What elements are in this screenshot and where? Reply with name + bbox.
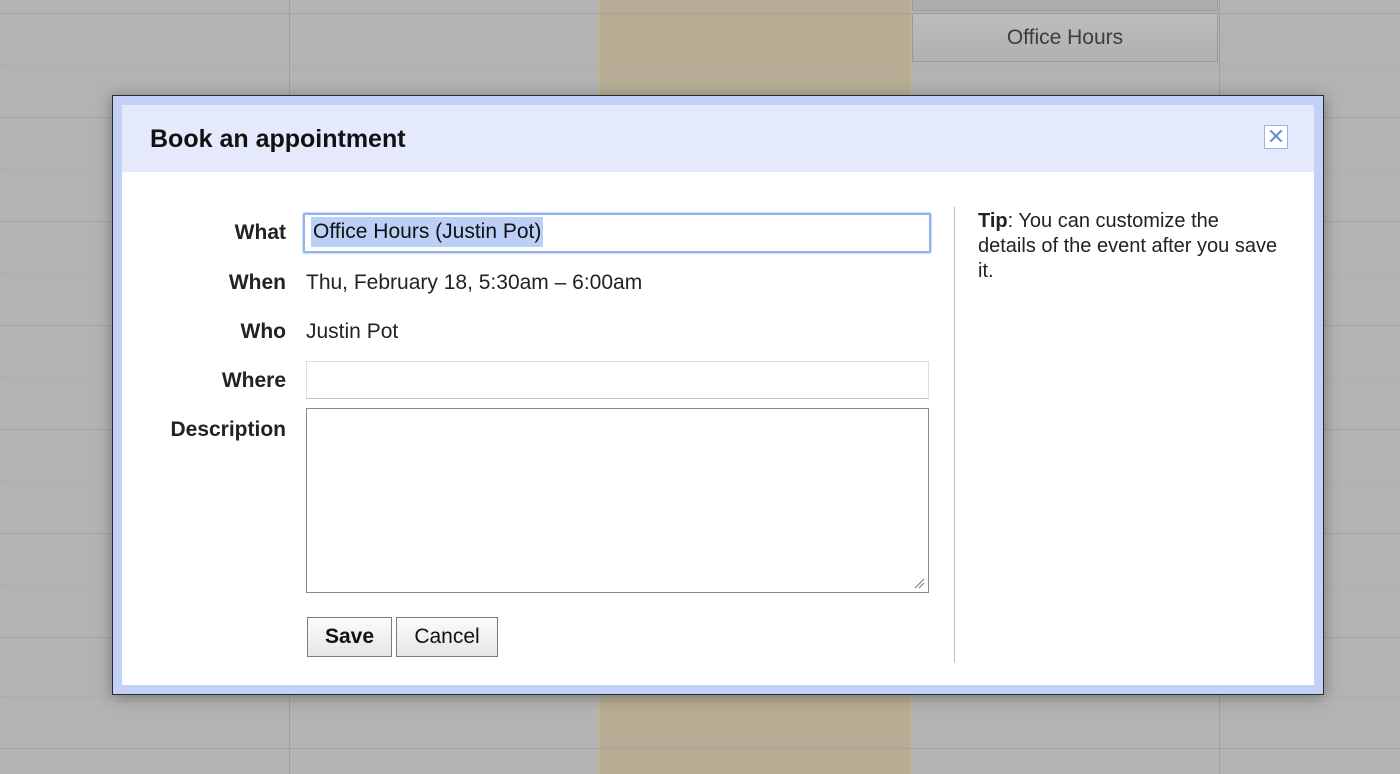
tip-text: Tip: You can customize the details of th… — [978, 209, 1278, 284]
calendar-event-office-hours[interactable]: Office Hours — [912, 13, 1218, 62]
dialog-header: Book an appointment ✕ — [122, 105, 1314, 172]
close-icon[interactable]: ✕ — [1264, 125, 1288, 149]
book-appointment-dialog: Book an appointment ✕ What Office Hours … — [112, 95, 1324, 695]
dialog-body: Book an appointment ✕ What Office Hours … — [122, 105, 1314, 685]
save-button[interactable]: Save — [307, 617, 392, 657]
dialog-title: Book an appointment — [150, 125, 406, 153]
when-label: When — [228, 271, 286, 294]
what-input[interactable] — [303, 213, 931, 253]
where-input[interactable] — [306, 361, 929, 399]
where-label: Where — [221, 369, 286, 392]
tip-label: Tip — [978, 210, 1008, 232]
hour-line — [0, 748, 1400, 749]
calendar-event-slot[interactable] — [912, 0, 1218, 11]
half-hour-line — [0, 696, 1400, 697]
when-value: Thu, February 18, 5:30am – 6:00am — [306, 271, 643, 294]
half-hour-line — [0, 65, 1400, 66]
cancel-button[interactable]: Cancel — [396, 617, 498, 657]
what-label: What — [234, 221, 286, 244]
description-label: Description — [170, 418, 286, 441]
who-value: Justin Pot — [306, 320, 399, 343]
tip-body: : You can customize the details of the e… — [978, 210, 1278, 282]
vertical-divider — [954, 207, 955, 663]
resize-grip-icon[interactable] — [913, 577, 925, 589]
who-label: Who — [240, 320, 286, 343]
description-textarea[interactable] — [306, 408, 929, 593]
